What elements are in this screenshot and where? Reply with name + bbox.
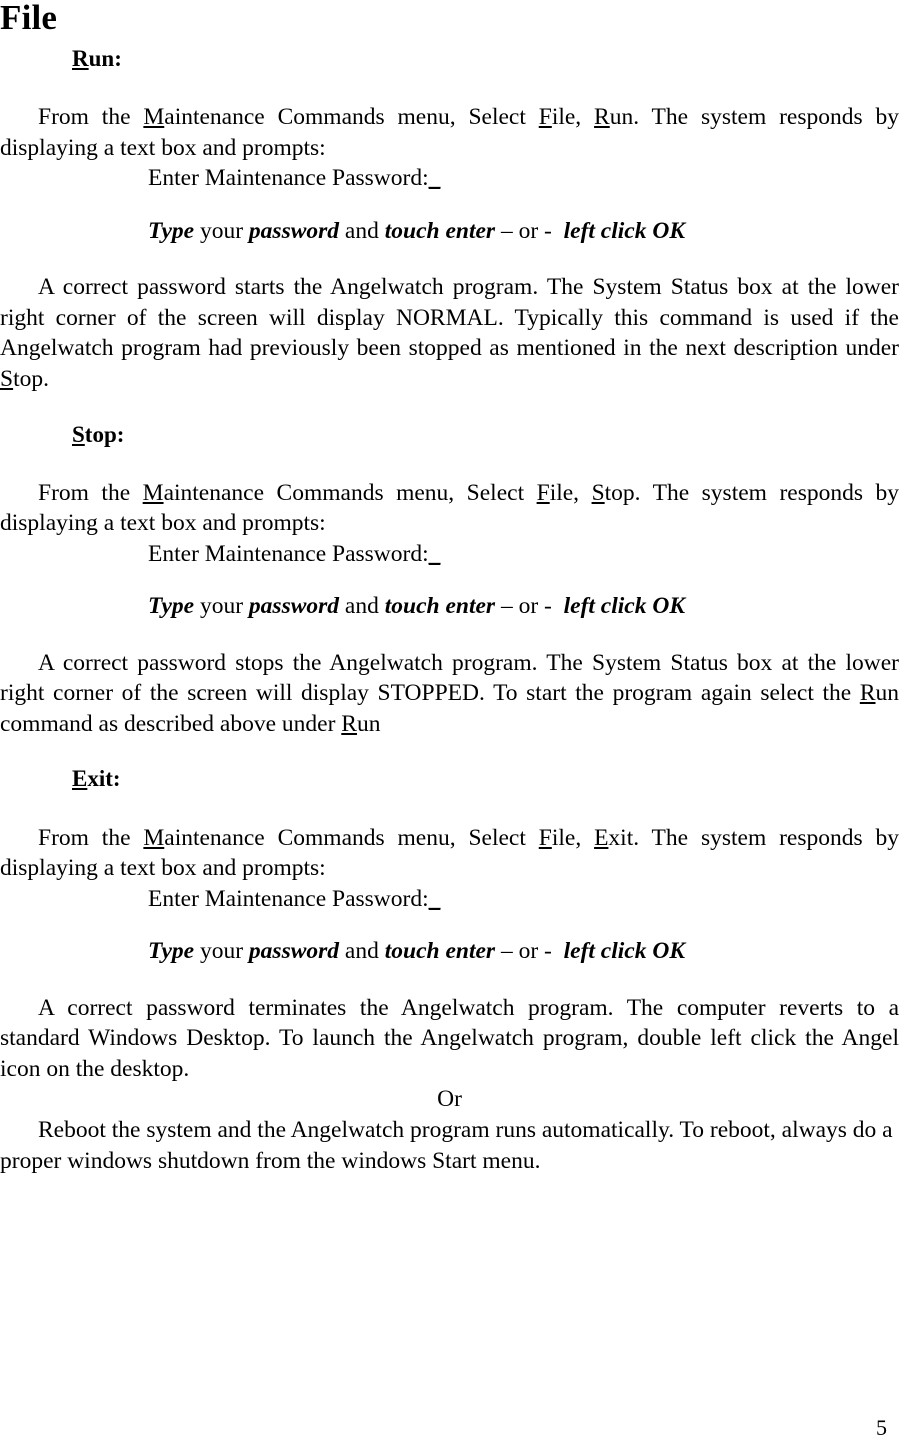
mnemonic-letter: M	[143, 824, 165, 851]
instruction-text: your	[194, 217, 249, 244]
text-cursor: _	[428, 165, 441, 192]
instruction-line-exit: Type your password and touch enter – or …	[0, 936, 899, 967]
page-title: File	[0, 0, 58, 37]
text-run: A correct password starts the Angelwatch…	[0, 274, 899, 362]
mnemonic-letter: S	[591, 479, 605, 506]
text-run: top.	[13, 365, 49, 392]
mnemonic-letter: M	[143, 104, 165, 131]
instruction-emphasis: Type	[148, 938, 195, 965]
instruction-text: your	[194, 938, 249, 965]
prompt-label: Enter Maintenance Password:	[148, 165, 429, 192]
text-run: aintenance Commands menu, Select	[164, 104, 539, 131]
paragraph-run-intro: From the Maintenance Commands menu, Sele…	[0, 102, 899, 163]
text-run: ile,	[551, 824, 595, 851]
prompt-enter-maintenance-password-exit: Enter Maintenance Password:_	[0, 884, 899, 915]
or-separator: Or	[437, 1086, 462, 1113]
mnemonic-letter: S	[72, 421, 85, 447]
instruction-text: – or -	[495, 217, 564, 244]
document-page: File Run: From the Maintenance Commands …	[0, 0, 899, 1447]
prompt-enter-maintenance-password-run: Enter Maintenance Password:_	[0, 163, 899, 194]
text-run: aintenance Commands menu, Select	[164, 824, 539, 851]
mnemonic-letter: M	[142, 479, 164, 506]
section-heading-run: Run:	[0, 45, 899, 72]
prompt-enter-maintenance-password-stop: Enter Maintenance Password:_	[0, 539, 899, 570]
text-cursor: _	[428, 885, 441, 912]
instruction-emphasis: Type	[148, 593, 195, 620]
paragraph-exit-intro: From the Maintenance Commands menu, Sele…	[0, 823, 899, 884]
instruction-text: – or -	[495, 938, 564, 965]
text-run: aintenance Commands menu, Select	[163, 479, 537, 506]
paragraph-run-result: A correct password starts the Angelwatch…	[0, 272, 899, 394]
section-heading-text: top:	[84, 421, 125, 447]
prompt-label: Enter Maintenance Password:	[148, 540, 429, 567]
page-content: File Run: From the Maintenance Commands …	[0, 0, 899, 1176]
instruction-emphasis: left click OK	[563, 217, 685, 244]
instruction-emphasis: left click OK	[563, 593, 685, 620]
instruction-text: – or -	[495, 593, 564, 620]
instruction-emphasis: Type	[148, 217, 195, 244]
text-run: From the	[38, 479, 143, 506]
instruction-text: and	[339, 938, 385, 965]
instruction-emphasis: password	[248, 217, 340, 244]
instruction-line-run: Type your password and touch enter – or …	[0, 216, 899, 247]
mnemonic-letter: E	[594, 824, 609, 851]
mnemonic-letter: F	[538, 824, 552, 851]
mnemonic-letter: R	[859, 680, 876, 707]
section-heading-stop: Stop:	[0, 421, 899, 448]
text-run: A correct password stops the Angelwatch …	[0, 649, 899, 707]
paragraph-exit-result: A correct password terminates the Angelw…	[0, 994, 899, 1082]
instruction-emphasis: touch enter	[384, 217, 496, 244]
text-run: un	[356, 710, 381, 737]
instruction-text: your	[194, 593, 249, 620]
section-heading-text: un:	[88, 46, 122, 71]
mnemonic-letter: E	[72, 766, 88, 792]
instruction-text: and	[339, 217, 385, 244]
instruction-emphasis: left click OK	[563, 938, 685, 965]
instruction-text: and	[339, 593, 385, 620]
mnemonic-letter: S	[0, 365, 14, 392]
text-run: From the	[38, 104, 144, 131]
mnemonic-letter: F	[538, 104, 552, 131]
mnemonic-letter: R	[341, 710, 357, 737]
text-run: ile,	[549, 479, 592, 506]
prompt-label: Enter Maintenance Password:	[148, 885, 429, 912]
paragraph-reboot: Reboot the system and the Angelwatch pro…	[0, 1116, 893, 1174]
mnemonic-letter: R	[594, 104, 610, 131]
section-heading-exit: Exit:	[0, 765, 899, 792]
text-run: ile,	[551, 104, 595, 131]
mnemonic-letter: F	[536, 479, 550, 506]
text-cursor: _	[428, 540, 441, 567]
instruction-line-stop: Type your password and touch enter – or …	[0, 591, 899, 622]
paragraph-stop-result: A correct password stops the Angelwatch …	[0, 648, 899, 740]
instruction-emphasis: touch enter	[384, 938, 496, 965]
text-run: From the	[38, 824, 144, 851]
section-heading-text: xit:	[87, 766, 121, 792]
paragraph-stop-intro: From the Maintenance Commands menu, Sele…	[0, 478, 899, 539]
page-number: 5	[876, 1415, 887, 1440]
mnemonic-letter: R	[72, 46, 89, 71]
instruction-emphasis: password	[248, 938, 340, 965]
instruction-emphasis: password	[248, 593, 340, 620]
instruction-emphasis: touch enter	[384, 593, 496, 620]
